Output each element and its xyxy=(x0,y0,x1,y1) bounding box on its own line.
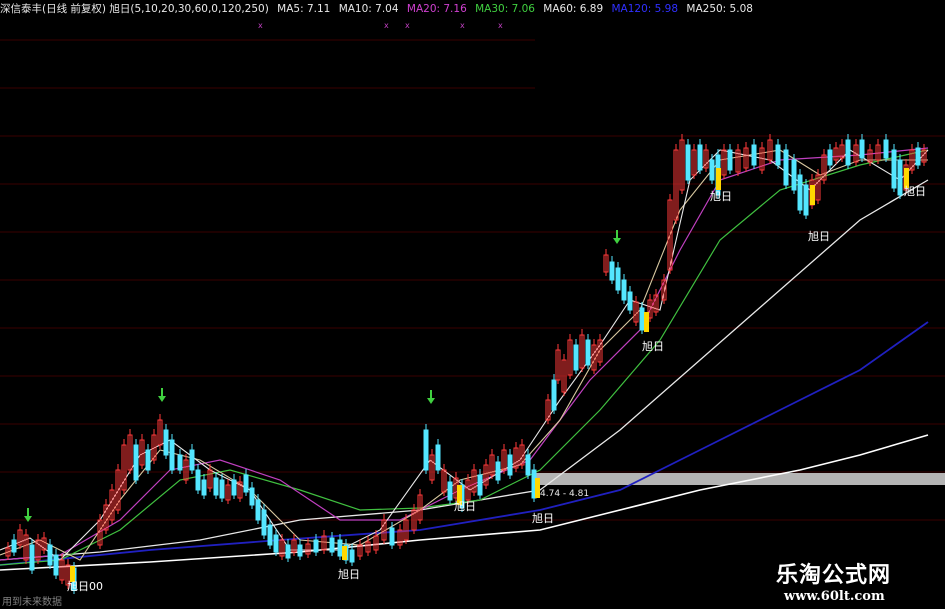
signal-bar xyxy=(644,312,649,332)
signal-label: 旭日00 xyxy=(67,579,103,593)
future-data-notice: 用到未来数据 xyxy=(2,597,62,608)
candle-body xyxy=(615,267,621,291)
candle-body xyxy=(551,379,557,411)
signal-bar xyxy=(342,546,347,560)
candle-body xyxy=(243,474,249,493)
candle-body xyxy=(573,344,579,371)
candle-body xyxy=(621,279,627,301)
signal-bar xyxy=(810,185,815,205)
header-tick-mark: x xyxy=(258,21,263,30)
candle-body xyxy=(313,539,319,553)
candle-body xyxy=(627,291,633,311)
chart-title: 深信泰丰(日线 前复权) 旭日(5,10,20,30,60,0,120,250) xyxy=(0,3,269,15)
signal-label: 旭日 xyxy=(338,567,360,581)
candle-body xyxy=(709,159,715,181)
candle-body xyxy=(751,144,757,166)
candle-body xyxy=(525,454,531,476)
candle-body xyxy=(775,144,781,166)
signal-label: 旭日 xyxy=(532,511,554,525)
chart-header: 深信泰丰(日线 前复权) 旭日(5,10,20,30,60,0,120,250)… xyxy=(0,0,945,18)
candle-body xyxy=(297,544,303,557)
candle-body xyxy=(423,429,429,471)
ma250-label: MA250: 5.08 xyxy=(686,3,753,15)
candle-body xyxy=(195,469,201,491)
candle-body xyxy=(727,149,733,171)
signal-label: 旭日 xyxy=(454,499,476,513)
candle-body xyxy=(47,544,53,566)
header-tick-mark: x xyxy=(405,21,410,30)
candle-body xyxy=(915,147,921,166)
ma120-line xyxy=(0,321,929,566)
ma120-label: MA120: 5.98 xyxy=(611,3,679,15)
buy-arrow-head xyxy=(24,516,32,522)
candle-body xyxy=(447,481,453,501)
candle-body xyxy=(845,139,851,166)
signal-label: 旭日 xyxy=(808,229,830,243)
watermark-name: 乐淘公式网 xyxy=(776,562,892,588)
candle-body xyxy=(891,149,897,189)
candle-body xyxy=(897,159,903,196)
candle-body xyxy=(329,537,335,553)
signal-label: 旭日 xyxy=(642,339,664,353)
ma10-label: MA10: 7.04 xyxy=(338,3,399,15)
candle-body xyxy=(133,444,139,481)
candle-body xyxy=(249,487,255,506)
candle-body xyxy=(177,454,183,471)
candle-body xyxy=(337,539,343,557)
header-tick-mark: x xyxy=(384,21,389,30)
price-range-label: 4.74 - 4.81 xyxy=(540,489,589,499)
candle-body xyxy=(53,554,59,576)
candle-body xyxy=(639,307,645,331)
candle-body xyxy=(261,509,267,536)
candle-body xyxy=(791,159,797,191)
candle-body xyxy=(267,524,273,546)
signal-label: 旭日 xyxy=(710,189,732,203)
candle-body xyxy=(797,174,803,211)
candle-body xyxy=(507,454,513,476)
candle-body xyxy=(685,144,691,181)
signal-bar xyxy=(716,168,721,190)
buy-arrow-head xyxy=(613,238,621,244)
candle-body xyxy=(231,479,237,496)
candle-body xyxy=(285,544,291,559)
ma20-label: MA20: 7.16 xyxy=(406,3,467,15)
ma30-label: MA30: 7.06 xyxy=(475,3,535,15)
ma60-label: MA60: 6.89 xyxy=(543,3,604,15)
signal-bar xyxy=(535,478,540,498)
ma5-label: MA5: 7.11 xyxy=(277,3,331,15)
kline-chart-canvas[interactable]: x x x x x4.74 - 4.81旭日00旭日旭日旭日旭日旭日旭日旭日 xyxy=(0,0,945,609)
candle-body xyxy=(201,479,207,496)
watermark-url: www.60lt.com xyxy=(784,589,885,604)
header-tick-mark: x xyxy=(460,21,465,30)
candle-body xyxy=(827,149,833,166)
signal-label: 旭日 xyxy=(904,184,926,198)
price-band xyxy=(536,473,945,485)
candle-body xyxy=(273,534,279,553)
buy-arrow-head xyxy=(427,398,435,404)
candle-body xyxy=(349,549,355,563)
candle-body xyxy=(11,539,17,553)
candle-body xyxy=(803,184,809,216)
candle-body xyxy=(169,439,175,471)
candle-body xyxy=(435,444,441,471)
candle-body xyxy=(883,139,889,159)
candle-body xyxy=(145,449,151,471)
candle-body xyxy=(697,144,703,171)
candle-body xyxy=(255,499,261,521)
candle-body xyxy=(783,149,789,186)
candle-body xyxy=(859,139,865,159)
candle-body xyxy=(477,474,483,496)
candle-body xyxy=(29,544,35,571)
candle-body xyxy=(219,479,225,499)
header-tick-mark: x xyxy=(498,21,503,30)
candle-body xyxy=(189,449,195,471)
candle-body xyxy=(163,429,169,456)
candle-body xyxy=(609,261,615,281)
candle-body xyxy=(213,477,219,496)
candle-body xyxy=(389,527,395,546)
buy-arrow-head xyxy=(158,396,166,402)
candle-body xyxy=(585,339,591,366)
candle-body xyxy=(495,461,501,481)
